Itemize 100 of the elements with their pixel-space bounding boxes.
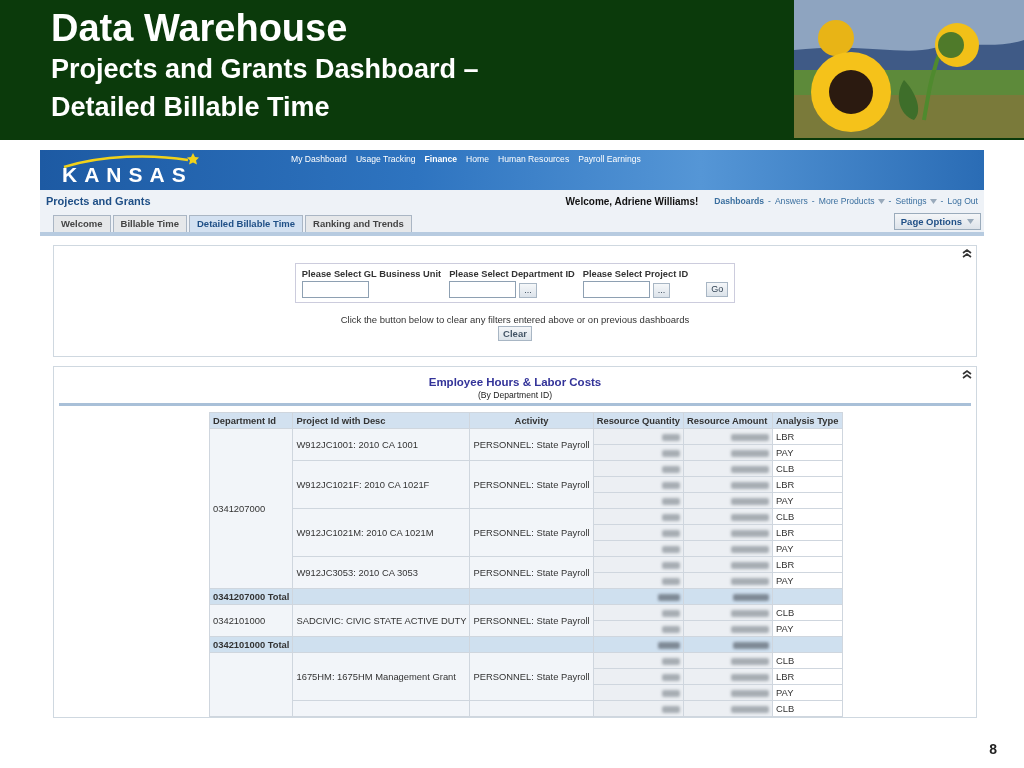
link-separator: - [888, 196, 892, 206]
slide-title: Data Warehouse [51, 6, 348, 50]
prompt-label: Please Select GL Business Unit [301, 269, 442, 279]
swoosh-star-icon [62, 152, 202, 168]
blurred-value [662, 706, 680, 713]
browse-button[interactable]: ... [519, 283, 537, 298]
table-cell: W912JC1001: 2010 CA 1001 [292, 428, 470, 461]
link-separator: - [940, 196, 944, 206]
blurred-value [731, 482, 769, 489]
column-header: Analysis Type [772, 412, 843, 429]
blurred-value [662, 578, 680, 585]
table-cell: PERSONNEL: State Payroll [469, 556, 594, 589]
nav-link[interactable]: My Dashboard [291, 154, 347, 165]
nav-link[interactable]: Payroll Earnings [578, 154, 641, 165]
prompt-label: Please Select Project ID [582, 269, 689, 279]
blurred-value [662, 658, 680, 665]
nav-link[interactable]: Home [466, 154, 490, 165]
blurred-value [662, 530, 680, 537]
blurred-value [662, 482, 680, 489]
blurred-value [731, 530, 769, 537]
input-field[interactable] [449, 281, 517, 298]
blurred-value [731, 706, 769, 713]
blurred-value [662, 626, 680, 633]
caret-icon [967, 219, 974, 224]
welcome-text: Welcome, Adriene Williams! [565, 195, 699, 207]
blurred-value [658, 594, 680, 601]
blurred-value [662, 674, 680, 681]
table-cell: PERSONNEL: State Payroll [469, 652, 594, 701]
table-cell: 0342101000 [209, 604, 293, 637]
blurred-value [731, 450, 769, 457]
blurred-value [662, 498, 680, 505]
blurred-value [662, 514, 680, 521]
table-cell: W912JC1021M: 2010 CA 1021M [292, 508, 470, 557]
table-cell: SADCIVIC: CIVIC STATE ACTIVE DUTY [292, 604, 470, 637]
blurred-value [731, 626, 769, 633]
page-options-button[interactable]: Page Options [893, 213, 981, 230]
logo-text: KANSAS [62, 164, 193, 186]
dashboard-tab[interactable]: Billable Time [112, 215, 187, 232]
blurred-value [662, 546, 680, 553]
column-header: Resource Quantity [593, 412, 684, 429]
input-field[interactable] [582, 281, 650, 298]
header-link[interactable]: Log Out [947, 196, 978, 206]
slide-subtitle: Projects and Grants Dashboard – [51, 53, 479, 86]
blurred-value [733, 642, 769, 649]
blurred-value [731, 562, 769, 569]
blurred-value [662, 562, 680, 569]
blurred-value [731, 578, 769, 585]
blurred-value [658, 642, 680, 649]
blurred-value [662, 690, 680, 697]
slide-subtitle: Detailed Billable Time [51, 91, 330, 124]
dashboard-tab[interactable]: Ranking and Trends [305, 215, 412, 232]
header-link[interactable]: More Products [818, 196, 885, 206]
blurred-value [662, 466, 680, 473]
table-cell: PERSONNEL: State Payroll [469, 460, 594, 509]
browse-button[interactable]: ... [652, 283, 671, 298]
column-header: Resource Amount [683, 412, 773, 429]
nav-link[interactable]: Human Resources [498, 154, 570, 165]
blurred-value [733, 594, 769, 601]
collapse-icon[interactable] [962, 249, 972, 258]
header-link[interactable]: Answers [774, 196, 808, 206]
collapse-icon[interactable] [962, 370, 972, 379]
column-header: Project Id with Desc [292, 412, 470, 429]
table-cell: 0341207000 [209, 428, 293, 589]
input-field[interactable] [301, 281, 369, 298]
dashboard-tab[interactable]: Welcome [53, 215, 111, 232]
clear-button[interactable]: Clear [498, 326, 532, 341]
dashboard-tab[interactable]: Detailed Billable Time [189, 215, 303, 232]
dashboard-title: Projects and Grants [46, 195, 151, 207]
table-cell: PERSONNEL: State Payroll [469, 508, 594, 557]
column-header: Activity [469, 412, 594, 429]
blurred-value [731, 514, 769, 521]
link-separator: - [768, 196, 771, 206]
go-button[interactable]: Go [706, 282, 729, 297]
table-cell: W912JC1021F: 2010 CA 1021F [292, 460, 470, 509]
prompt-label: Please Select Department ID [449, 269, 575, 279]
table-cell: PERSONNEL: State Payroll [469, 428, 594, 461]
blurred-value [731, 658, 769, 665]
page-number: 8 [989, 741, 997, 757]
blurred-value [731, 546, 769, 553]
blurred-value [731, 498, 769, 505]
caret-icon [877, 198, 885, 204]
blurred-value [731, 434, 769, 441]
header-link[interactable]: Dashboards [714, 196, 764, 206]
report-title: Employee Hours & Labor Costs [428, 376, 602, 388]
blurred-value [731, 690, 769, 697]
blurred-value [662, 434, 680, 441]
header-link[interactable]: Settings [895, 196, 937, 206]
blurred-value [662, 610, 680, 617]
clear-note: Click the button below to clear any filters entered above or on previous dashboards [340, 314, 690, 325]
nav-link[interactable]: Finance [424, 154, 458, 165]
link-separator: - [811, 196, 815, 206]
caret-icon [929, 198, 937, 204]
blurred-value [662, 450, 680, 457]
nav-link[interactable]: Usage Tracking [355, 154, 416, 165]
blurred-value [731, 674, 769, 681]
table-cell: 1675HM: 1675HM Management Grant [292, 652, 470, 701]
table-cell: W912JC3053: 2010 CA 3053 [292, 556, 470, 589]
report-subtitle: (By Department ID) [478, 390, 552, 400]
blurred-value [731, 466, 769, 473]
blurred-value [731, 610, 769, 617]
